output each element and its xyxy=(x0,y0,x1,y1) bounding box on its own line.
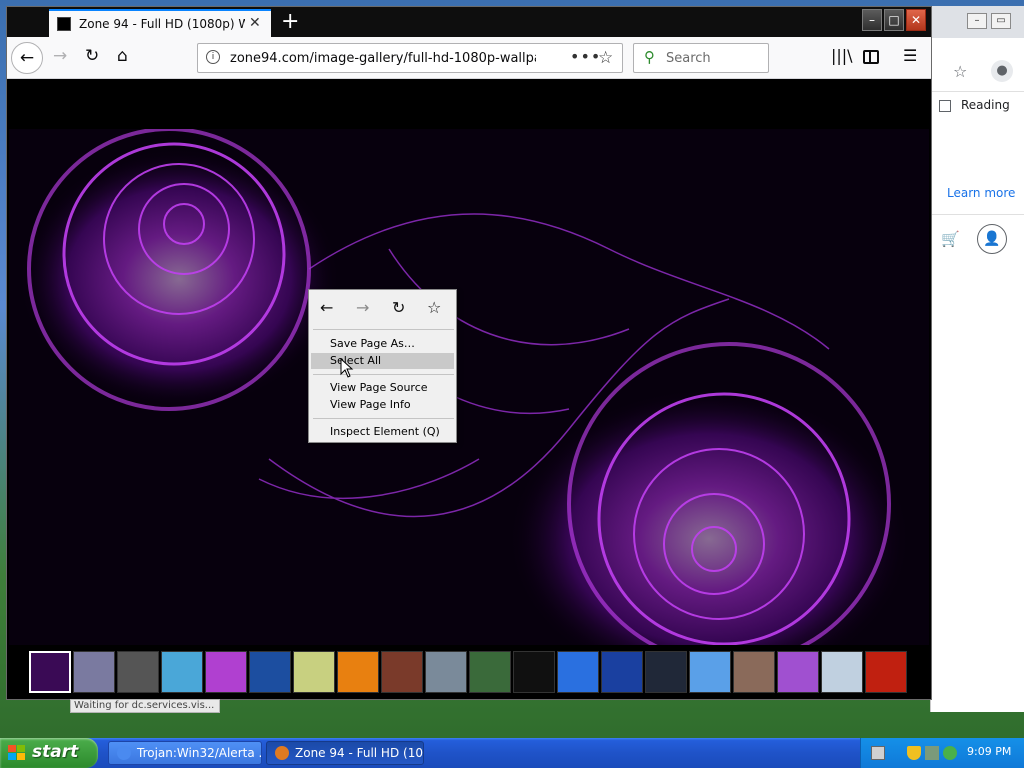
taskbar-item-label: Zone 94 - Full HD (10... xyxy=(295,746,424,760)
taskbar: start Trojan:Win32/Alerta ... Zone 94 - … xyxy=(0,738,1024,768)
add-user-icon[interactable]: 👤 xyxy=(977,224,1007,254)
fractal-wallpaper-image xyxy=(9,129,929,645)
thumbnail-2[interactable] xyxy=(73,651,115,693)
menu-separator xyxy=(313,329,454,330)
menu-item-select-all[interactable]: Select All xyxy=(311,353,454,369)
context-menu: ← → ↻ ☆ Save Page As… Select All View Pa… xyxy=(308,289,457,443)
home-button[interactable]: ⌂ xyxy=(117,46,128,66)
thumbnail-16[interactable] xyxy=(689,651,731,693)
thumbnail-18[interactable] xyxy=(777,651,819,693)
menu-item-save-page-as[interactable]: Save Page As… xyxy=(311,336,454,352)
thumbnail-12[interactable] xyxy=(513,651,555,693)
background-browser-window[interactable]: – ▭ ⌄ ☆ ● Reading Learn more 🛒 👤 xyxy=(930,6,1024,712)
navigation-toolbar: ← → ↻ ⌂ i zone94.com/image-gallery/full-… xyxy=(7,37,931,79)
system-tray: 9:09 PM xyxy=(860,738,1024,768)
tab-zone94[interactable]: Zone 94 - Full HD (1080p) Wallpap ✕ xyxy=(49,9,271,37)
tab-strip: Zone 94 - Full HD (1080p) Wallpap ✕ + – … xyxy=(7,7,931,37)
learn-more-link[interactable]: Learn more xyxy=(947,186,1015,200)
library-icon[interactable]: |||\ xyxy=(831,46,853,65)
firefox-window: Zone 94 - Full HD (1080p) Wallpap ✕ + – … xyxy=(6,6,932,700)
thumbnail-8[interactable] xyxy=(337,651,379,693)
bookmark-star-icon[interactable]: ☆ xyxy=(427,298,441,317)
thumbnail-10[interactable] xyxy=(425,651,467,693)
divider xyxy=(931,214,1024,215)
tab-title: Zone 94 - Full HD (1080p) Wallpap xyxy=(79,17,245,31)
hamburger-menu-icon[interactable]: ☰ xyxy=(903,46,917,65)
cart-icon[interactable]: 🛒 xyxy=(941,230,960,248)
keyboard-icon[interactable] xyxy=(871,746,885,760)
minimize-button[interactable]: – xyxy=(862,9,882,31)
update-icon[interactable] xyxy=(943,746,957,760)
mouse-cursor-icon xyxy=(340,358,354,378)
new-tab-icon[interactable]: + xyxy=(281,9,299,34)
thumbnail-17[interactable] xyxy=(733,651,775,693)
thumbnail-3[interactable] xyxy=(117,651,159,693)
search-input[interactable]: ⚲ Search xyxy=(633,43,769,73)
status-text: Waiting for dc.services.vis... xyxy=(70,699,220,713)
taskbar-item-trojan-alert[interactable]: Trojan:Win32/Alerta ... xyxy=(108,741,262,765)
close-window-button[interactable]: ✕ xyxy=(906,9,926,31)
page-actions-icon[interactable]: ••• xyxy=(570,47,601,66)
back-button[interactable]: ← xyxy=(11,42,43,74)
firefox-icon xyxy=(275,746,289,760)
url-text[interactable]: zone94.com/image-gallery/full-hd-1080p-w… xyxy=(230,51,536,66)
zone94-favicon-icon xyxy=(57,17,71,31)
thumbnail-11[interactable] xyxy=(469,651,511,693)
windows-flag-icon xyxy=(8,745,25,760)
reload-button[interactable]: ↻ xyxy=(85,46,99,66)
start-button[interactable]: start xyxy=(0,738,98,768)
search-icon: ⚲ xyxy=(644,48,655,66)
search-placeholder: Search xyxy=(666,51,711,66)
security-shield-icon[interactable] xyxy=(907,746,921,760)
forward-icon[interactable]: → xyxy=(356,298,369,317)
taskbar-item-firefox[interactable]: Zone 94 - Full HD (10... xyxy=(266,741,424,765)
clock: 9:09 PM xyxy=(967,745,1012,758)
forward-button[interactable]: → xyxy=(53,46,67,66)
taskbar-item-label: Trojan:Win32/Alerta ... xyxy=(137,746,262,760)
reading-list-icon xyxy=(939,100,951,112)
background-minimize-button[interactable]: – xyxy=(967,13,987,29)
network-icon[interactable] xyxy=(925,746,939,760)
menu-item-inspect-element[interactable]: Inspect Element (Q) xyxy=(311,424,454,440)
reload-icon[interactable]: ↻ xyxy=(392,298,405,317)
page-content[interactable] xyxy=(7,79,931,699)
thumbnail-13[interactable] xyxy=(557,651,599,693)
close-tab-icon[interactable]: ✕ xyxy=(249,15,261,31)
profile-icon[interactable]: ● xyxy=(991,60,1013,82)
reading-list-label[interactable]: Reading xyxy=(961,98,1010,112)
sidebar-icon[interactable] xyxy=(863,50,879,64)
thumbnail-20[interactable] xyxy=(865,651,907,693)
thumbnail-14[interactable] xyxy=(601,651,643,693)
thumbnail-9[interactable] xyxy=(381,651,423,693)
bookmark-star-icon[interactable]: ☆ xyxy=(953,62,967,81)
back-icon[interactable]: ← xyxy=(320,298,333,317)
menu-item-view-page-source[interactable]: View Page Source xyxy=(311,380,454,396)
thumbnail-7[interactable] xyxy=(293,651,335,693)
thumbnail-5[interactable] xyxy=(205,651,247,693)
thumbnail-15[interactable] xyxy=(645,651,687,693)
thumbnail-1[interactable] xyxy=(29,651,71,693)
maximize-button[interactable]: □ xyxy=(884,9,904,31)
background-restore-button[interactable]: ▭ xyxy=(991,13,1011,29)
thumbnail-4[interactable] xyxy=(161,651,203,693)
bookmark-star-icon[interactable]: ☆ xyxy=(598,48,613,68)
menu-separator xyxy=(313,418,454,419)
chrome-icon xyxy=(117,746,131,760)
start-label: start xyxy=(32,742,79,762)
thumbnail-6[interactable] xyxy=(249,651,291,693)
site-info-icon[interactable]: i xyxy=(206,50,220,64)
thumbnail-19[interactable] xyxy=(821,651,863,693)
menu-item-view-page-info[interactable]: View Page Info xyxy=(311,397,454,413)
menu-separator xyxy=(313,374,454,375)
url-bar[interactable]: i zone94.com/image-gallery/full-hd-1080p… xyxy=(197,43,623,73)
